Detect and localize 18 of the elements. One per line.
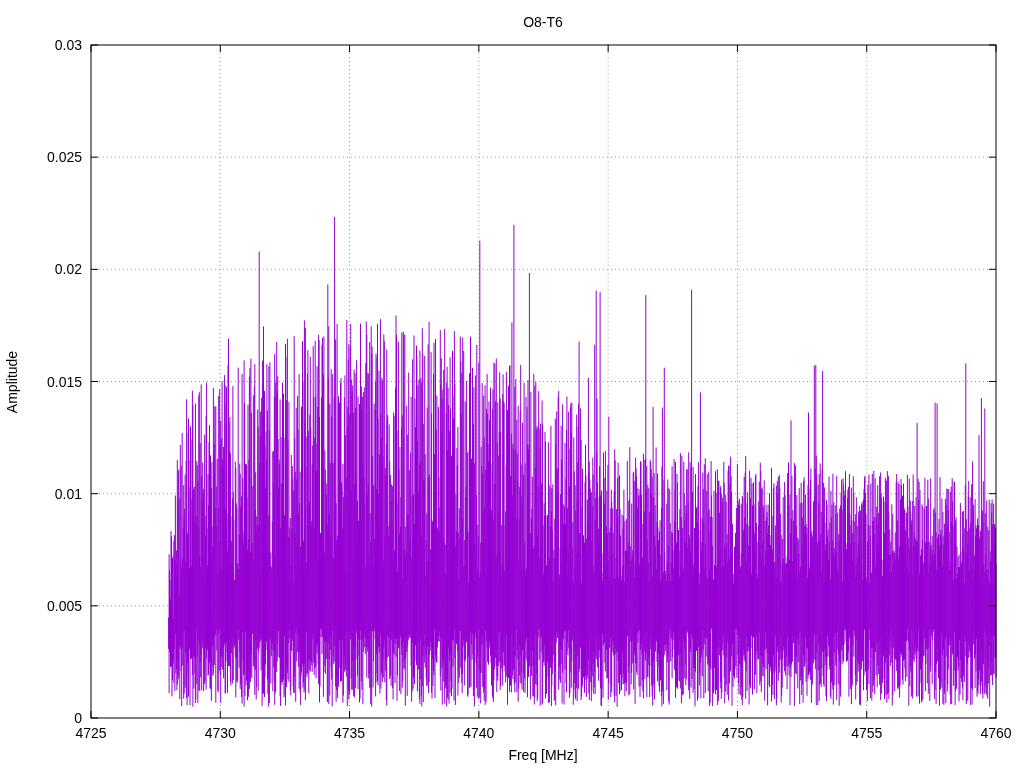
- x-tick-label: 4730: [204, 725, 236, 741]
- chart-title: O8-T6: [523, 14, 563, 30]
- x-tick-label: 4760: [980, 725, 1012, 741]
- x-axis-title: Freq [MHz]: [508, 747, 578, 763]
- x-tick-label: 4750: [721, 725, 753, 741]
- x-tick-label: 4725: [75, 725, 107, 741]
- x-tick-label: 4740: [463, 725, 495, 741]
- x-tick-label: 4735: [334, 725, 366, 741]
- y-tick-label: 0.01: [54, 485, 82, 502]
- y-tick-label: 0.02: [54, 261, 82, 278]
- y-tick-label: 0.005: [46, 597, 82, 614]
- y-tick-label: 0.015: [46, 373, 82, 390]
- x-tick-label: 4755: [851, 725, 883, 741]
- y-tick-label: 0: [74, 710, 82, 726]
- y-axis-title: Amplitude: [4, 350, 20, 414]
- y-tick-label: 0.025: [46, 149, 82, 166]
- y-tick-label: 0.03: [54, 37, 82, 53]
- x-tick-label: 4745: [592, 725, 624, 741]
